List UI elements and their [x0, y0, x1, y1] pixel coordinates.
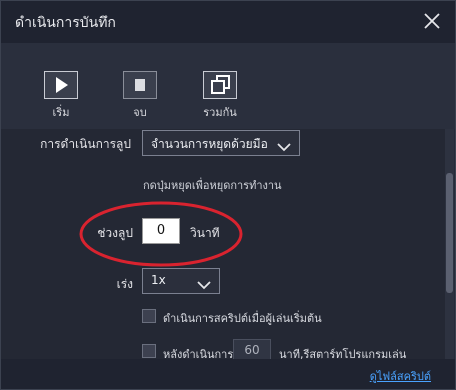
run-on-start-text: ดำเนินการสคริปต์เมื่อผู้เล่นเริ่มต้น — [163, 312, 322, 325]
speed-value: 1x — [151, 273, 166, 287]
merge-button[interactable]: รวมกัน — [190, 71, 250, 121]
stop-button[interactable]: จบ — [110, 71, 170, 121]
restart-minutes-input[interactable]: 60 — [233, 339, 271, 359]
toolbar: เริ่ม จบ รวมกัน — [1, 43, 455, 129]
loop-hint-text: กดปุ่มหยุดเพื่อหยุดการทำงาน — [143, 179, 282, 192]
footer-bar: ดูไฟล์สคริปต์ — [1, 359, 455, 389]
dialog-title: ดำเนินการบันทึก — [15, 15, 116, 31]
speed-label: เร่ง — [116, 277, 133, 291]
view-script-file-link[interactable]: ดูไฟล์สคริปต์ — [370, 367, 431, 385]
restart-suffix-text: นาที,รีสตาร์ทโปรแกรมเล่น — [279, 348, 407, 359]
stop-label: จบ — [133, 106, 147, 119]
start-button[interactable]: เริ่ม — [31, 71, 91, 121]
start-label: เริ่ม — [52, 106, 70, 119]
title-bar: ดำเนินการบันทึก — [1, 1, 455, 43]
merge-icon — [203, 71, 237, 99]
highlight-ellipse — [79, 201, 243, 267]
run-on-start-checkbox[interactable] — [142, 309, 156, 323]
speed-select[interactable]: 1x — [142, 268, 220, 294]
merge-label: รวมกัน — [203, 106, 237, 119]
chevron-down-icon — [197, 275, 211, 294]
close-icon[interactable] — [421, 10, 443, 32]
chevron-down-icon — [277, 137, 291, 156]
scrollbar[interactable] — [445, 129, 454, 359]
scrollbar-thumb[interactable] — [446, 173, 453, 293]
restart-checkbox[interactable] — [142, 344, 156, 358]
loop-mode-select[interactable]: จำนวนการหยุดด้วยมือ — [142, 130, 300, 156]
play-icon — [44, 71, 78, 99]
restart-prefix-text: หลังดำเนินการ — [163, 348, 234, 359]
loop-mode-value: จำนวนการหยุดด้วยมือ — [151, 137, 268, 151]
stop-icon — [123, 71, 157, 99]
record-dialog: ดำเนินการบันทึก เริ่ม จบ รวมกัน การดำเนิ… — [0, 0, 456, 390]
loop-mode-label: การดำเนินการลูป — [40, 137, 131, 151]
